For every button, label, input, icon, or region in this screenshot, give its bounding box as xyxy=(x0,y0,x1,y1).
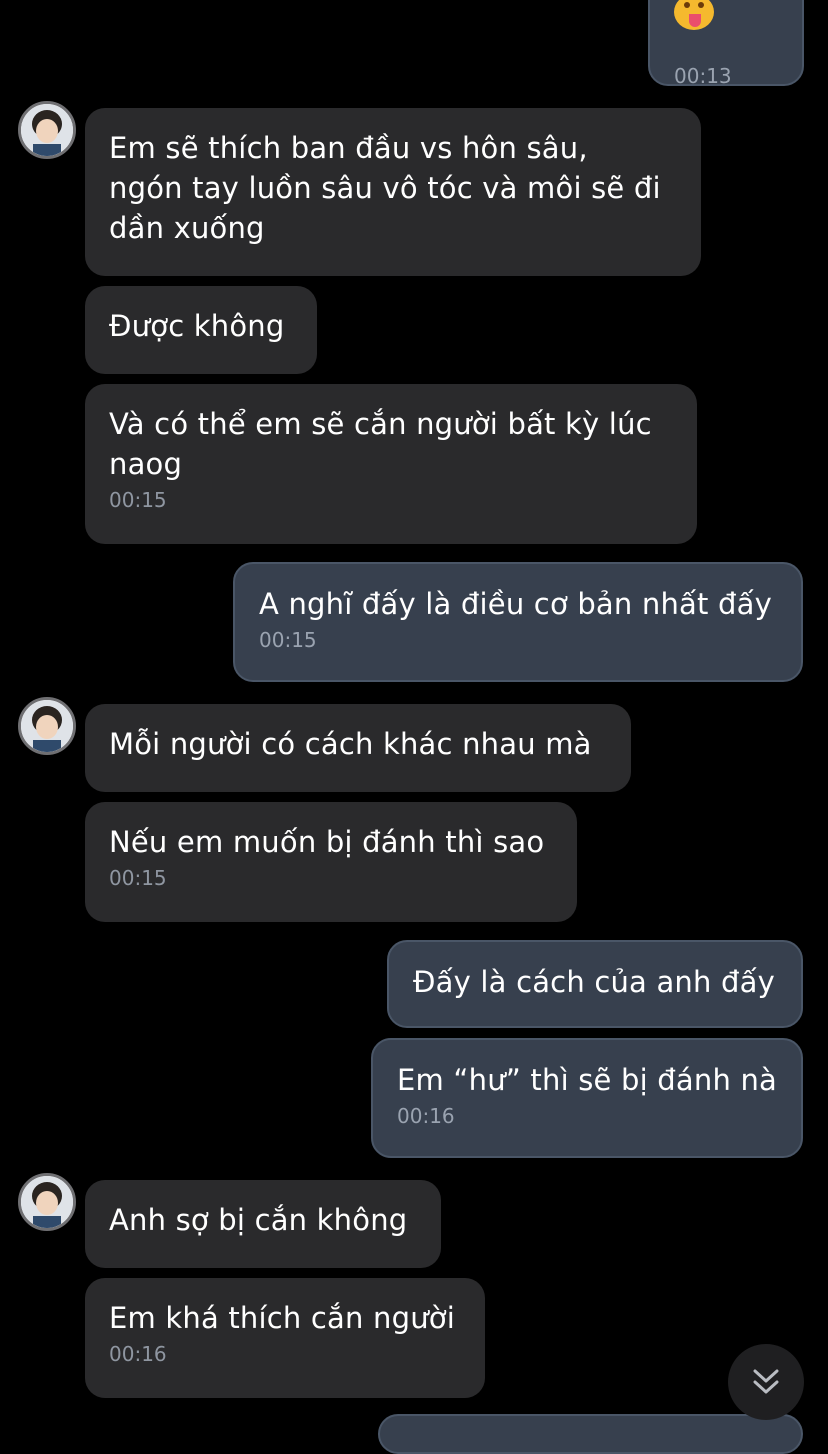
message-bubble-outgoing[interactable]: A nghĩ đấy là điều cơ bản nhất đấy 00:15 xyxy=(233,562,803,682)
message-bubble-incoming[interactable]: Anh sợ bị cắn không xyxy=(85,1180,441,1268)
message-time: 00:15 xyxy=(259,628,317,652)
message-bubble-incoming[interactable]: Được không xyxy=(85,286,317,374)
message-time: 00:16 xyxy=(397,1104,455,1128)
message-bubble-incoming[interactable]: Nếu em muốn bị đánh thì sao 00:15 xyxy=(85,802,577,922)
contact-avatar[interactable] xyxy=(18,697,76,755)
message-text: Anh sợ bị cắn không xyxy=(109,1203,408,1237)
message-bubble-incoming[interactable]: Em khá thích cắn người 00:16 xyxy=(85,1278,485,1398)
message-bubble-incoming[interactable]: Mỗi người có cách khác nhau mà xyxy=(85,704,631,792)
message-text: Đấy là cách của anh đấy xyxy=(413,965,775,999)
chevron-double-down-icon xyxy=(753,1369,779,1394)
avatar-photo xyxy=(21,1176,73,1228)
message-text: Và có thể em sẽ cắn người bất kỳ lúc nao… xyxy=(109,407,652,481)
message-bubble-incoming[interactable]: Em sẽ thích ban đầu vs hôn sâu, ngón tay… xyxy=(85,108,701,276)
message-text: Nếu em muốn bị đánh thì sao xyxy=(109,825,545,859)
message-time: 00:16 xyxy=(109,1342,167,1366)
scroll-to-bottom-button[interactable] xyxy=(728,1344,804,1420)
message-time: 00:15 xyxy=(109,488,167,512)
contact-avatar[interactable] xyxy=(18,1173,76,1231)
message-time: 00:15 xyxy=(109,866,167,890)
avatar-photo xyxy=(21,700,73,752)
message-bubble-outgoing[interactable] xyxy=(378,1414,803,1454)
message-text: Em khá thích cắn người xyxy=(109,1301,455,1335)
contact-avatar[interactable] xyxy=(18,101,76,159)
message-text: Em “hư” thì sẽ bị đánh nà xyxy=(397,1063,778,1097)
message-text: Mỗi người có cách khác nhau mà xyxy=(109,727,592,761)
message-bubble-outgoing[interactable]: 00:13 xyxy=(648,0,804,88)
message-time: 00:13 xyxy=(674,64,732,88)
message-text: A nghĩ đấy là điều cơ bản nhất đấy xyxy=(259,587,772,621)
message-text: Được không xyxy=(109,309,285,343)
message-bubble-outgoing[interactable]: Đấy là cách của anh đấy xyxy=(387,940,803,1028)
message-bubble-incoming[interactable]: Và có thể em sẽ cắn người bất kỳ lúc nao… xyxy=(85,384,697,544)
message-bubble-outgoing[interactable]: Em “hư” thì sẽ bị đánh nà 00:16 xyxy=(371,1038,803,1158)
avatar-photo xyxy=(21,104,73,156)
message-text: Em sẽ thích ban đầu vs hôn sâu, ngón tay… xyxy=(109,131,661,245)
